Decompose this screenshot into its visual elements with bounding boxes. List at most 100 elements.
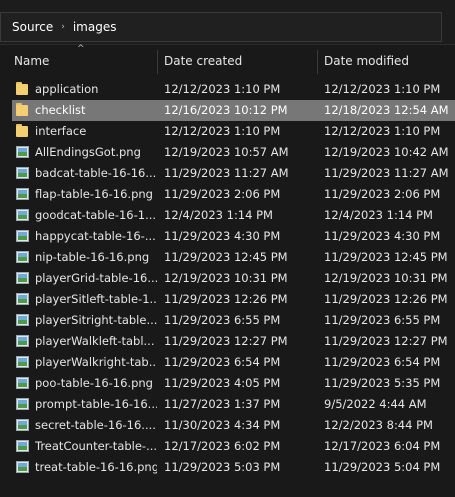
file-name: playerSitright-table... xyxy=(35,313,157,327)
file-row[interactable]: playerWalkleft-tabl... 11/29/2023 12:27 P… xyxy=(0,331,455,352)
vertical-scrollbar[interactable] xyxy=(446,79,454,497)
file-row[interactable]: happycat-table-16-... 11/29/2023 4:30 PM 1… xyxy=(0,226,455,247)
image-file-icon xyxy=(16,376,30,390)
file-name: happycat-table-16-... xyxy=(35,229,156,243)
image-file-icon xyxy=(16,208,30,222)
file-date-created: 11/29/2023 5:03 PM xyxy=(164,460,281,474)
file-date-modified: 11/29/2023 12:27 PM xyxy=(324,334,448,348)
file-date-created: 11/29/2023 12:45 PM xyxy=(164,250,288,264)
file-row[interactable]: nip-table-16-16.png 11/29/2023 12:45 PM 11… xyxy=(0,247,455,268)
file-date-created: 11/29/2023 6:55 PM xyxy=(164,313,281,327)
file-date-created: 12/4/2023 1:14 PM xyxy=(164,208,273,222)
image-file-icon xyxy=(16,187,30,201)
file-date-created: 11/29/2023 11:27 AM xyxy=(164,166,289,180)
file-row[interactable]: TreatCounter-table-... 12/17/2023 6:02 PM… xyxy=(0,436,455,457)
file-date-modified: 12/12/2023 1:10 PM xyxy=(324,124,441,138)
image-file-icon xyxy=(16,397,30,411)
image-file-icon xyxy=(16,418,30,432)
folder-icon xyxy=(16,103,30,117)
file-row[interactable]: poo-table-16-16.png 11/29/2023 4:05 PM 11/… xyxy=(0,373,455,394)
file-name: secret-table-16-16.... xyxy=(35,418,156,432)
file-name: poo-table-16-16.png xyxy=(35,376,153,390)
file-date-modified: 12/17/2023 6:04 PM xyxy=(324,439,441,453)
image-file-icon xyxy=(16,250,30,264)
sort-ascending-icon: ^ xyxy=(77,44,85,54)
file-name: interface xyxy=(35,124,87,138)
file-row[interactable]: checklist 12/16/2023 10:12 PM 12/18/2023 1… xyxy=(0,100,455,121)
file-date-modified: 12/2/2023 8:44 PM xyxy=(324,418,433,432)
image-file-icon xyxy=(16,460,30,474)
file-name: flap-table-16-16.png xyxy=(35,187,153,201)
file-date-created: 12/19/2023 10:31 PM xyxy=(164,271,288,285)
file-name: AllEndingsGot.png xyxy=(35,145,141,159)
image-file-icon xyxy=(16,166,30,180)
file-row[interactable]: secret-table-16-16.... 11/30/2023 4:34 PM… xyxy=(0,415,455,436)
file-date-modified: 11/29/2023 2:06 PM xyxy=(324,187,441,201)
file-row[interactable]: application 12/12/2023 1:10 PM 12/12/2023 … xyxy=(0,79,455,100)
file-date-modified: 12/18/2023 12:54 AM xyxy=(324,103,449,117)
file-row[interactable]: playerGrid-table-16... 12/19/2023 10:31 P… xyxy=(0,268,455,289)
file-date-created: 11/29/2023 12:26 PM xyxy=(164,292,288,306)
file-name: TreatCounter-table-... xyxy=(35,439,157,453)
file-date-created: 11/29/2023 4:30 PM xyxy=(164,229,281,243)
file-row[interactable]: badcat-table-16-16.... 11/29/2023 11:27 A… xyxy=(0,163,455,184)
column-header-date-created[interactable]: Date created xyxy=(164,44,242,78)
file-name: checklist xyxy=(35,103,86,117)
chevron-right-icon: › xyxy=(61,22,65,32)
image-file-icon xyxy=(16,229,30,243)
folder-icon xyxy=(16,124,30,138)
breadcrumb-item-source[interactable]: Source xyxy=(12,20,53,34)
file-date-modified: 12/19/2023 10:42 AM xyxy=(324,145,449,159)
file-row[interactable]: AllEndingsGot.png 12/19/2023 10:57 AM 12/1… xyxy=(0,142,455,163)
image-file-icon xyxy=(16,145,30,159)
file-row[interactable]: interface 12/12/2023 1:10 PM 12/12/2023 1:… xyxy=(0,121,455,142)
file-name: prompt-table-16-16.... xyxy=(35,397,157,411)
image-file-icon xyxy=(16,292,30,306)
file-list: application 12/12/2023 1:10 PM 12/12/2023 … xyxy=(0,79,455,478)
image-file-icon xyxy=(16,334,30,348)
file-name: nip-table-16-16.png xyxy=(35,250,150,264)
file-name: treat-table-16-16.png xyxy=(35,460,157,474)
image-file-icon xyxy=(16,313,30,327)
folder-icon xyxy=(16,82,30,96)
file-date-modified: 12/19/2023 10:31 PM xyxy=(324,271,448,285)
file-name: playerGrid-table-16... xyxy=(35,271,157,285)
file-row[interactable]: goodcat-table-16-1... 12/4/2023 1:14 PM 12… xyxy=(0,205,455,226)
column-divider[interactable] xyxy=(157,50,158,74)
column-header-date-modified[interactable]: Date modified xyxy=(324,44,409,78)
file-date-modified: 11/29/2023 11:27 AM xyxy=(324,166,449,180)
image-file-icon xyxy=(16,355,30,369)
file-row[interactable]: treat-table-16-16.png 11/29/2023 5:03 PM 1… xyxy=(0,457,455,478)
file-date-created: 11/30/2023 4:34 PM xyxy=(164,418,281,432)
address-bar: Source › images xyxy=(0,0,455,45)
file-date-modified: 11/29/2023 5:35 PM xyxy=(324,376,441,390)
file-date-created: 12/19/2023 10:57 AM xyxy=(164,145,289,159)
file-date-created: 11/29/2023 4:05 PM xyxy=(164,376,281,390)
column-divider[interactable] xyxy=(317,50,318,74)
file-name: playerSitleft-table-1... xyxy=(35,292,157,306)
file-row[interactable]: prompt-table-16-16.... 11/27/2023 1:37 PM… xyxy=(0,394,455,415)
breadcrumb-item-images[interactable]: images xyxy=(73,20,117,34)
file-row[interactable]: playerWalkright-tab... 11/29/2023 6:54 PM… xyxy=(0,352,455,373)
file-date-created: 11/27/2023 1:37 PM xyxy=(164,397,281,411)
column-header-name[interactable]: Name xyxy=(14,44,49,78)
file-row[interactable]: playerSitleft-table-1... 11/29/2023 12:26… xyxy=(0,289,455,310)
file-date-modified: 9/5/2022 4:44 AM xyxy=(324,397,427,411)
file-date-created: 12/17/2023 6:02 PM xyxy=(164,439,281,453)
file-date-modified: 11/29/2023 12:26 PM xyxy=(324,292,448,306)
file-date-modified: 11/29/2023 12:45 PM xyxy=(324,250,448,264)
breadcrumb[interactable]: Source › images xyxy=(0,12,442,42)
file-name: goodcat-table-16-1... xyxy=(35,208,157,222)
file-name: playerWalkleft-tabl... xyxy=(35,334,155,348)
file-date-created: 12/12/2023 1:10 PM xyxy=(164,82,281,96)
file-date-modified: 11/29/2023 6:54 PM xyxy=(324,355,441,369)
file-row[interactable]: playerSitright-table... 11/29/2023 6:55 P… xyxy=(0,310,455,331)
file-date-created: 11/29/2023 12:27 PM xyxy=(164,334,288,348)
file-name: badcat-table-16-16.... xyxy=(35,166,157,180)
file-date-modified: 12/4/2023 1:14 PM xyxy=(324,208,433,222)
file-date-created: 11/29/2023 2:06 PM xyxy=(164,187,281,201)
file-date-modified: 11/29/2023 6:55 PM xyxy=(324,313,441,327)
file-row[interactable]: flap-table-16-16.png 11/29/2023 2:06 PM 11… xyxy=(0,184,455,205)
image-file-icon xyxy=(16,271,30,285)
image-file-icon xyxy=(16,439,30,453)
